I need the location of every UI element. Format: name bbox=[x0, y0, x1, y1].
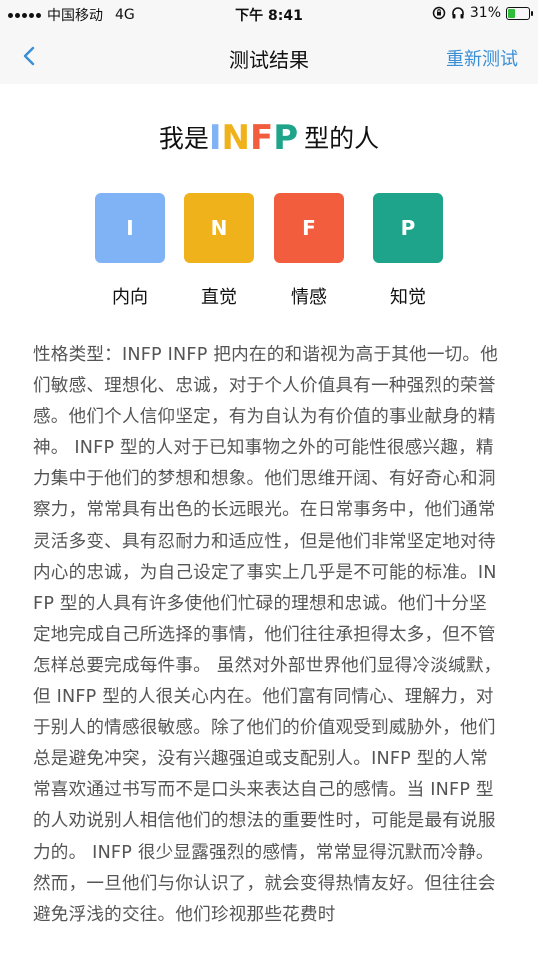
tile-box: N bbox=[184, 193, 254, 263]
tile-label: 内向 bbox=[112, 287, 148, 308]
result-suffix: 型的人 bbox=[304, 124, 380, 153]
tile-perceiving: P 知觉 bbox=[373, 193, 443, 309]
result-prefix: 我是 bbox=[158, 124, 209, 153]
tile-box: F bbox=[274, 193, 344, 263]
status-bar: 中国移动 4G 下午 8:41 31% bbox=[0, 0, 538, 28]
tile-box: P bbox=[373, 193, 443, 263]
tile-introversion: I 内向 bbox=[95, 193, 165, 309]
lock-rotation-icon bbox=[432, 6, 446, 20]
type-letter-p: P bbox=[273, 118, 299, 158]
tile-label: 直觉 bbox=[201, 287, 237, 308]
tile-feeling: F 情感 bbox=[274, 193, 344, 309]
tile-box: I bbox=[95, 193, 165, 263]
tile-label: 知觉 bbox=[390, 287, 426, 308]
dimension-tiles: I 内向 N 直觉 F 情感 P 知觉 bbox=[0, 193, 538, 313]
battery-charging-icon bbox=[506, 6, 533, 20]
tile-intuition: N 直觉 bbox=[184, 193, 254, 309]
status-right: 31% bbox=[432, 5, 533, 21]
personality-type: INFP bbox=[209, 118, 298, 158]
type-letter-n: N bbox=[221, 118, 250, 158]
type-letter-f: F bbox=[249, 118, 274, 158]
personality-description: 性格类型：INFP INFP 把内在的和谐视为高于其他一切。他们敏感、理想化、忠… bbox=[33, 345, 502, 925]
battery-percent: 31% bbox=[469, 5, 501, 21]
nav-bar: 测试结果 重新测试 bbox=[0, 28, 538, 84]
headphones-icon bbox=[452, 7, 464, 19]
retest-button[interactable]: 重新测试 bbox=[446, 45, 518, 71]
type-letter-i: I bbox=[208, 118, 222, 158]
tile-label: 情感 bbox=[291, 287, 327, 308]
result-title: 我是INFP 型的人 bbox=[0, 118, 538, 158]
